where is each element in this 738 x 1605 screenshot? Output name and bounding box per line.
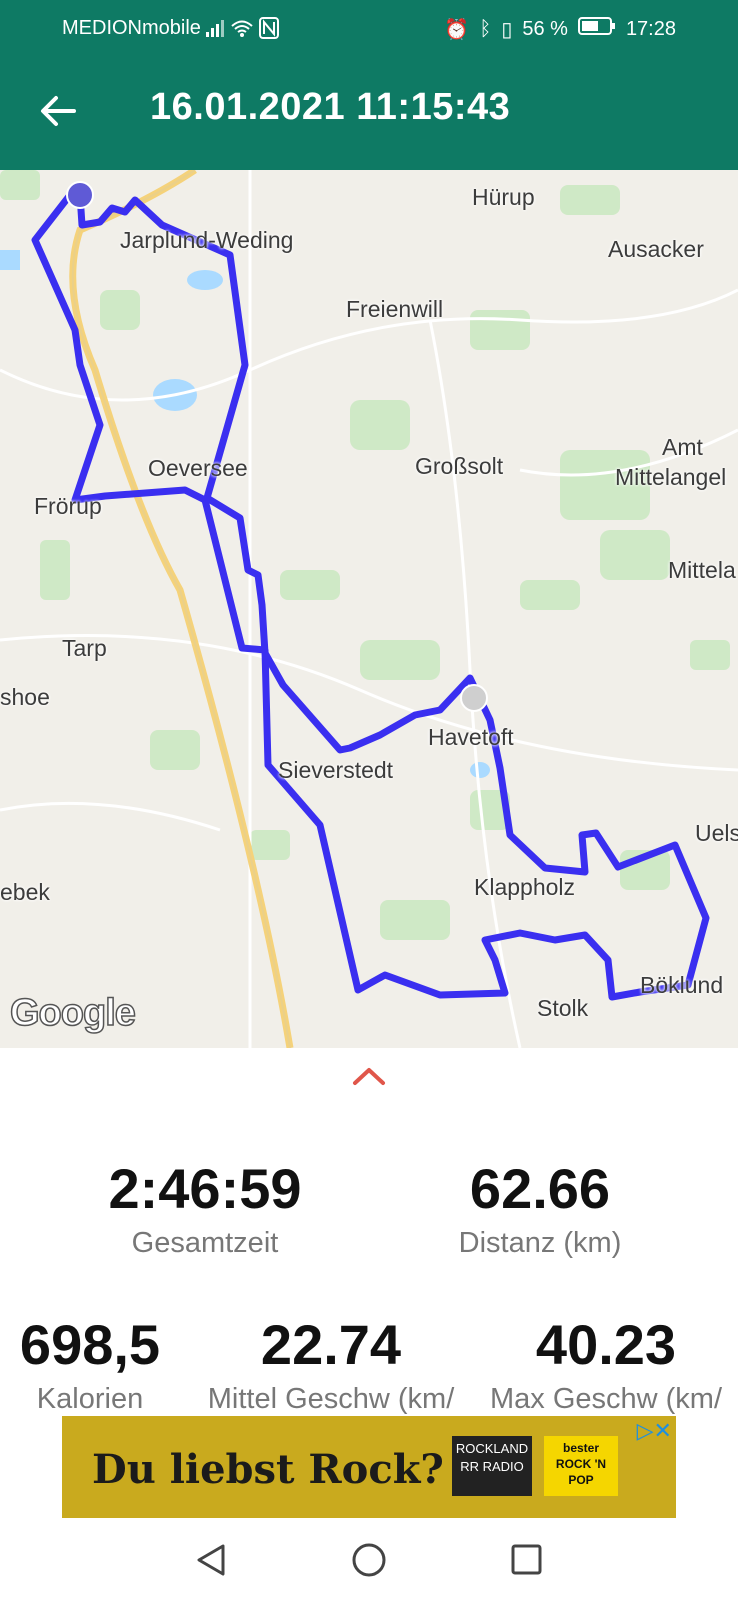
status-right: ⏰ ᛒ ▯ 56 % 17:28 — [444, 16, 676, 42]
alarm-icon: ⏰ — [444, 18, 470, 41]
total-time-value: 2:46:59 — [108, 1157, 302, 1220]
place-label: Hürup — [472, 184, 535, 210]
battery-icon — [577, 16, 616, 42]
ad-logo-rocknpop: bester ROCK 'N POP — [544, 1436, 618, 1496]
avg-speed-label: Mittel Geschw (km/ — [207, 1383, 455, 1415]
nav-back-icon — [197, 1544, 225, 1576]
status-bar: MEDIONmobile ⏰ ᛒ ▯ 56 % 17:28 — [0, 0, 738, 56]
distance-label: Distanz (km) — [458, 1227, 622, 1259]
place-label: Stolk — [537, 995, 589, 1021]
stat-calories: 698,5 Kalorien — [0, 1312, 180, 1416]
system-nav-bar — [0, 1522, 738, 1600]
place-label: Mittela — [668, 557, 736, 583]
stat-max-speed: 40.23 Max Geschw (km/ — [474, 1312, 738, 1416]
stat-avg-speed: 22.74 Mittel Geschw (km/ — [186, 1312, 476, 1416]
distance-value: 62.66 — [469, 1157, 611, 1220]
nav-recents-icon — [511, 1544, 542, 1575]
chevron-up-icon[interactable] — [349, 1063, 389, 1089]
stat-distance: 62.66 Distanz (km) — [440, 1156, 640, 1260]
total-time-label: Gesamtzeit — [131, 1227, 279, 1259]
place-label: Ausacker — [608, 236, 704, 262]
app-bar: 16.01.2021 11:15:43 — [0, 56, 738, 170]
place-label: Frörup — [34, 493, 102, 519]
nav-home-icon — [352, 1543, 386, 1577]
start-marker — [66, 181, 94, 209]
end-marker — [460, 684, 488, 712]
ad-banner[interactable]: Du liebst Rock? ROCKLAND RR RADIO bester… — [62, 1416, 676, 1518]
page-title: 16.01.2021 11:15:43 — [150, 86, 511, 128]
place-label: Großsolt — [415, 453, 504, 479]
clock: 17:28 — [625, 17, 676, 40]
signal-wifi-nfc-icons — [206, 16, 286, 46]
place-label: Jarplund-Weding — [120, 227, 294, 253]
battery-percent: 56 % — [522, 17, 568, 40]
place-label: Tarp — [62, 635, 107, 661]
place-label: shoe — [0, 684, 50, 710]
route-map[interactable]: Hürup Jarplund-Weding Ausacker Freienwil… — [0, 170, 738, 1048]
place-label: Uels — [695, 820, 738, 846]
ad-text: Du liebst Rock? — [92, 1446, 444, 1493]
back-arrow-icon[interactable] — [36, 89, 80, 133]
ad-logo-rockland: ROCKLAND RR RADIO — [452, 1436, 532, 1496]
bluetooth-icon: ᛒ — [479, 17, 492, 40]
vibrate-icon: ▯ — [501, 18, 513, 41]
avg-speed-value: 22.74 — [260, 1313, 402, 1376]
place-label: Sieverstedt — [278, 757, 394, 783]
calories-label: Kalorien — [36, 1383, 144, 1415]
place-label: Oeversee — [148, 455, 248, 481]
max-speed-value: 40.23 — [535, 1313, 677, 1376]
google-logo: Google — [9, 991, 136, 1035]
calories-value: 698,5 — [19, 1313, 161, 1376]
place-label: Amt — [662, 434, 703, 460]
place-label: Böklund — [640, 972, 724, 998]
carrier-name: MEDIONmobile — [62, 17, 201, 39]
max-speed-label: Max Geschw (km/ — [489, 1383, 723, 1415]
place-label: Havetoft — [428, 724, 514, 750]
ad-close-icon[interactable]: ▷✕ — [637, 1418, 672, 1444]
place-label: Mittelangel — [615, 464, 727, 490]
place-label: Klappholz — [474, 874, 576, 900]
place-label: ebek — [0, 879, 50, 905]
stat-total-time: 2:46:59 Gesamtzeit — [105, 1156, 305, 1260]
place-label: Freienwill — [346, 296, 444, 322]
